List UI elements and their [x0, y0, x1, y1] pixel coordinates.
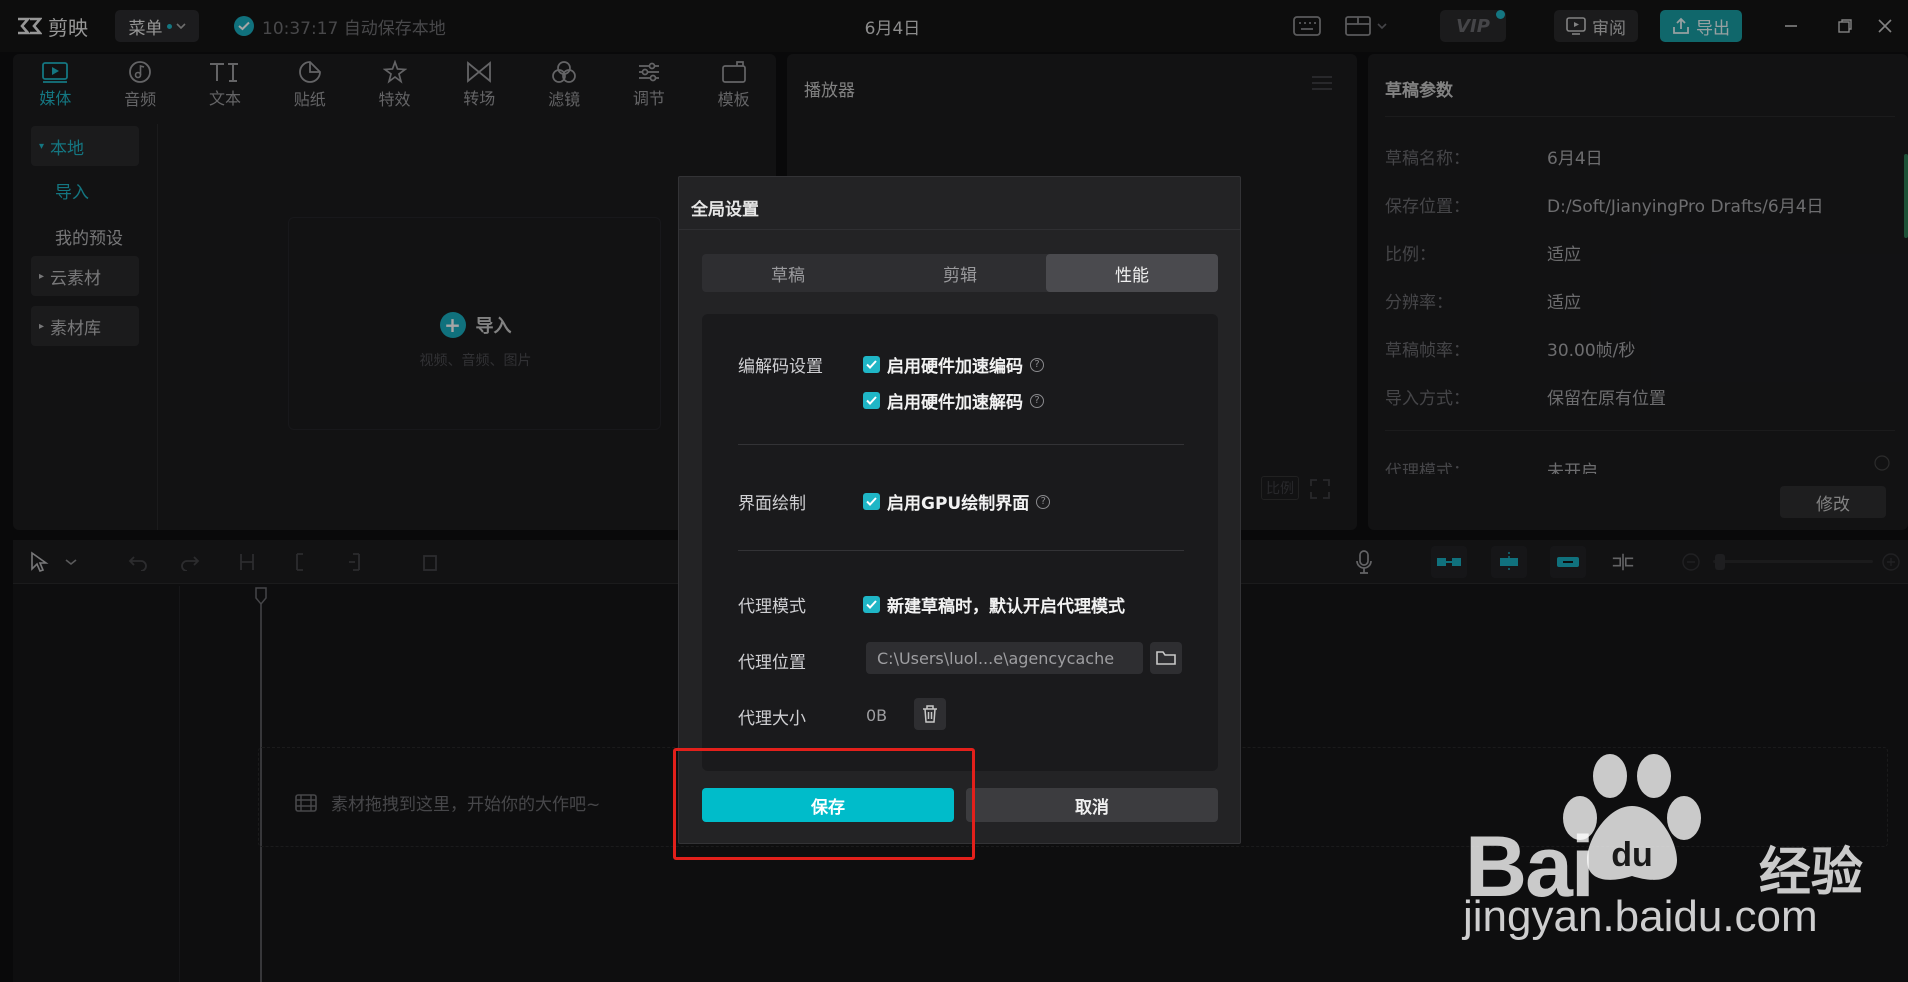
proxy-location-label: 代理位置: [738, 653, 806, 673]
proxy-mode-checkbox[interactable]: 新建草稿时，默认开启代理模式: [863, 592, 1125, 617]
global-settings-dialog: 全局设置 草稿 剪辑 性能 编解码设置 启用硬件加速编码 ? 启用硬件加速解码 …: [678, 176, 1241, 844]
checkbox-checked-icon: [863, 392, 880, 409]
proxy-location-field[interactable]: C:\Users\luol...e\agencycache: [866, 642, 1143, 674]
gpu-render-checkbox[interactable]: 启用GPU绘制界面 ?: [863, 489, 1051, 514]
help-icon[interactable]: ?: [1036, 494, 1051, 509]
proxy-size-label: 代理大小: [738, 709, 806, 729]
render-label: 界面绘制: [738, 494, 806, 514]
tab-performance[interactable]: 性能: [1046, 254, 1218, 292]
checkbox-checked-icon: [863, 493, 880, 510]
checkbox-checked-icon: [863, 596, 880, 613]
divider: [738, 550, 1184, 551]
folder-icon: [1156, 651, 1176, 665]
help-icon[interactable]: ?: [1030, 393, 1044, 408]
trash-icon: [923, 705, 937, 723]
clear-cache-button[interactable]: [914, 698, 946, 730]
hw-encode-label: 启用硬件加速编码: [887, 357, 1023, 377]
browse-folder-button[interactable]: [1150, 642, 1182, 674]
gpu-render-label: 启用GPU绘制界面: [887, 494, 1030, 514]
codec-label: 编解码设置: [738, 357, 823, 377]
divider: [679, 229, 1240, 230]
checkbox-checked-icon: [863, 356, 880, 373]
tab-draft[interactable]: 草稿: [702, 254, 874, 292]
divider: [738, 444, 1184, 445]
proxy-mode-option-label: 新建草稿时，默认开启代理模式: [887, 597, 1125, 617]
hw-decode-checkbox[interactable]: 启用硬件加速解码 ?: [863, 388, 1044, 413]
dialog-title: 全局设置: [691, 200, 759, 220]
proxy-mode-label: 代理模式: [738, 597, 806, 617]
settings-tab-bar: 草稿 剪辑 性能: [702, 254, 1218, 292]
performance-settings: 编解码设置 启用硬件加速编码 ? 启用硬件加速解码 ? 界面绘制 启用GPU绘制…: [702, 314, 1218, 771]
tab-edit[interactable]: 剪辑: [874, 254, 1046, 292]
cancel-button[interactable]: 取消: [966, 788, 1218, 822]
annotation-highlight-box: [673, 748, 975, 860]
hw-decode-label: 启用硬件加速解码: [887, 393, 1023, 413]
watermark-url: jingyan.baidu.com: [1463, 892, 1818, 941]
proxy-size-value: 0B: [866, 706, 888, 725]
hw-encode-checkbox[interactable]: 启用硬件加速编码 ?: [863, 352, 1044, 377]
help-icon[interactable]: ?: [1030, 357, 1044, 372]
